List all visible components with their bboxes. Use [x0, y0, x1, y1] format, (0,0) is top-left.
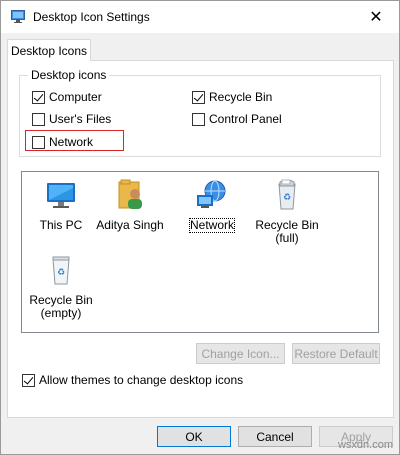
computer-checkbox-label: Computer [49, 90, 102, 104]
recycle-bin-full-icon: ♻ [278, 179, 296, 210]
control-panel-checkbox[interactable] [192, 112, 205, 126]
control-panel-checkbox-row[interactable]: Control Panel [192, 112, 282, 126]
list-item-this-pc[interactable]: This PC [26, 178, 96, 232]
change-icon-button[interactable]: Change Icon... [196, 343, 285, 364]
svg-text:♻: ♻ [283, 193, 291, 203]
list-item-label: Network [188, 218, 236, 233]
window-title: Desktop Icon Settings [33, 10, 150, 24]
list-item-recycle-bin-full[interactable]: ♻ Recycle Bin (full) [252, 178, 322, 245]
tab-desktop-icons[interactable]: Desktop Icons [7, 39, 91, 61]
recycle-bin-checkbox-label: Recycle Bin [209, 90, 273, 104]
allow-themes-checkbox-label: Allow themes to change desktop icons [39, 373, 244, 387]
allow-themes-checkbox[interactable] [22, 373, 35, 387]
watermark-text: wsxdn.com [337, 439, 393, 451]
list-item-network[interactable]: Network [177, 178, 247, 233]
list-item-user-folder[interactable]: Aditya Singh [95, 178, 165, 232]
recycle-bin-checkbox[interactable] [192, 90, 205, 104]
close-icon: ✕ [369, 8, 383, 26]
list-item-label: Aditya Singh [96, 218, 164, 232]
cancel-button[interactable]: Cancel [238, 426, 312, 447]
computer-checkbox-row[interactable]: Computer [32, 90, 102, 104]
ok-button[interactable]: OK [157, 426, 231, 447]
groupbox-legend: Desktop icons [28, 68, 110, 82]
network-highlight-box [25, 130, 124, 151]
allow-themes-checkbox-row[interactable]: Allow themes to change desktop icons [22, 373, 243, 387]
control-panel-checkbox-label: Control Panel [209, 112, 282, 126]
computer-checkbox[interactable] [32, 90, 45, 104]
users-files-checkbox-label: User's Files [49, 112, 112, 126]
list-item-label-line2: (full) [275, 231, 299, 245]
list-item-recycle-bin-empty[interactable]: ♻ Recycle Bin (empty) [26, 253, 96, 320]
recycle-bin-empty-icon: ♻ [52, 256, 70, 285]
close-button[interactable]: ✕ [353, 1, 399, 32]
dialog-window: Desktop Icon Settings ✕ Desktop Icons De… [0, 0, 400, 455]
users-files-checkbox-row[interactable]: User's Files [32, 112, 111, 126]
users-files-checkbox[interactable] [32, 112, 45, 126]
desktop-settings-icon [11, 10, 25, 23]
list-item-label-line2: (empty) [40, 306, 82, 320]
user-folder-icon [118, 179, 142, 209]
recycle-bin-checkbox-row[interactable]: Recycle Bin [192, 90, 272, 104]
title-bar: Desktop Icon Settings ✕ [1, 1, 399, 33]
network-globe-icon [197, 180, 226, 208]
restore-default-button[interactable]: Restore Default [292, 343, 380, 364]
list-item-label: This PC [39, 218, 83, 232]
monitor-icon [47, 183, 75, 208]
svg-text:♻: ♻ [57, 268, 65, 278]
